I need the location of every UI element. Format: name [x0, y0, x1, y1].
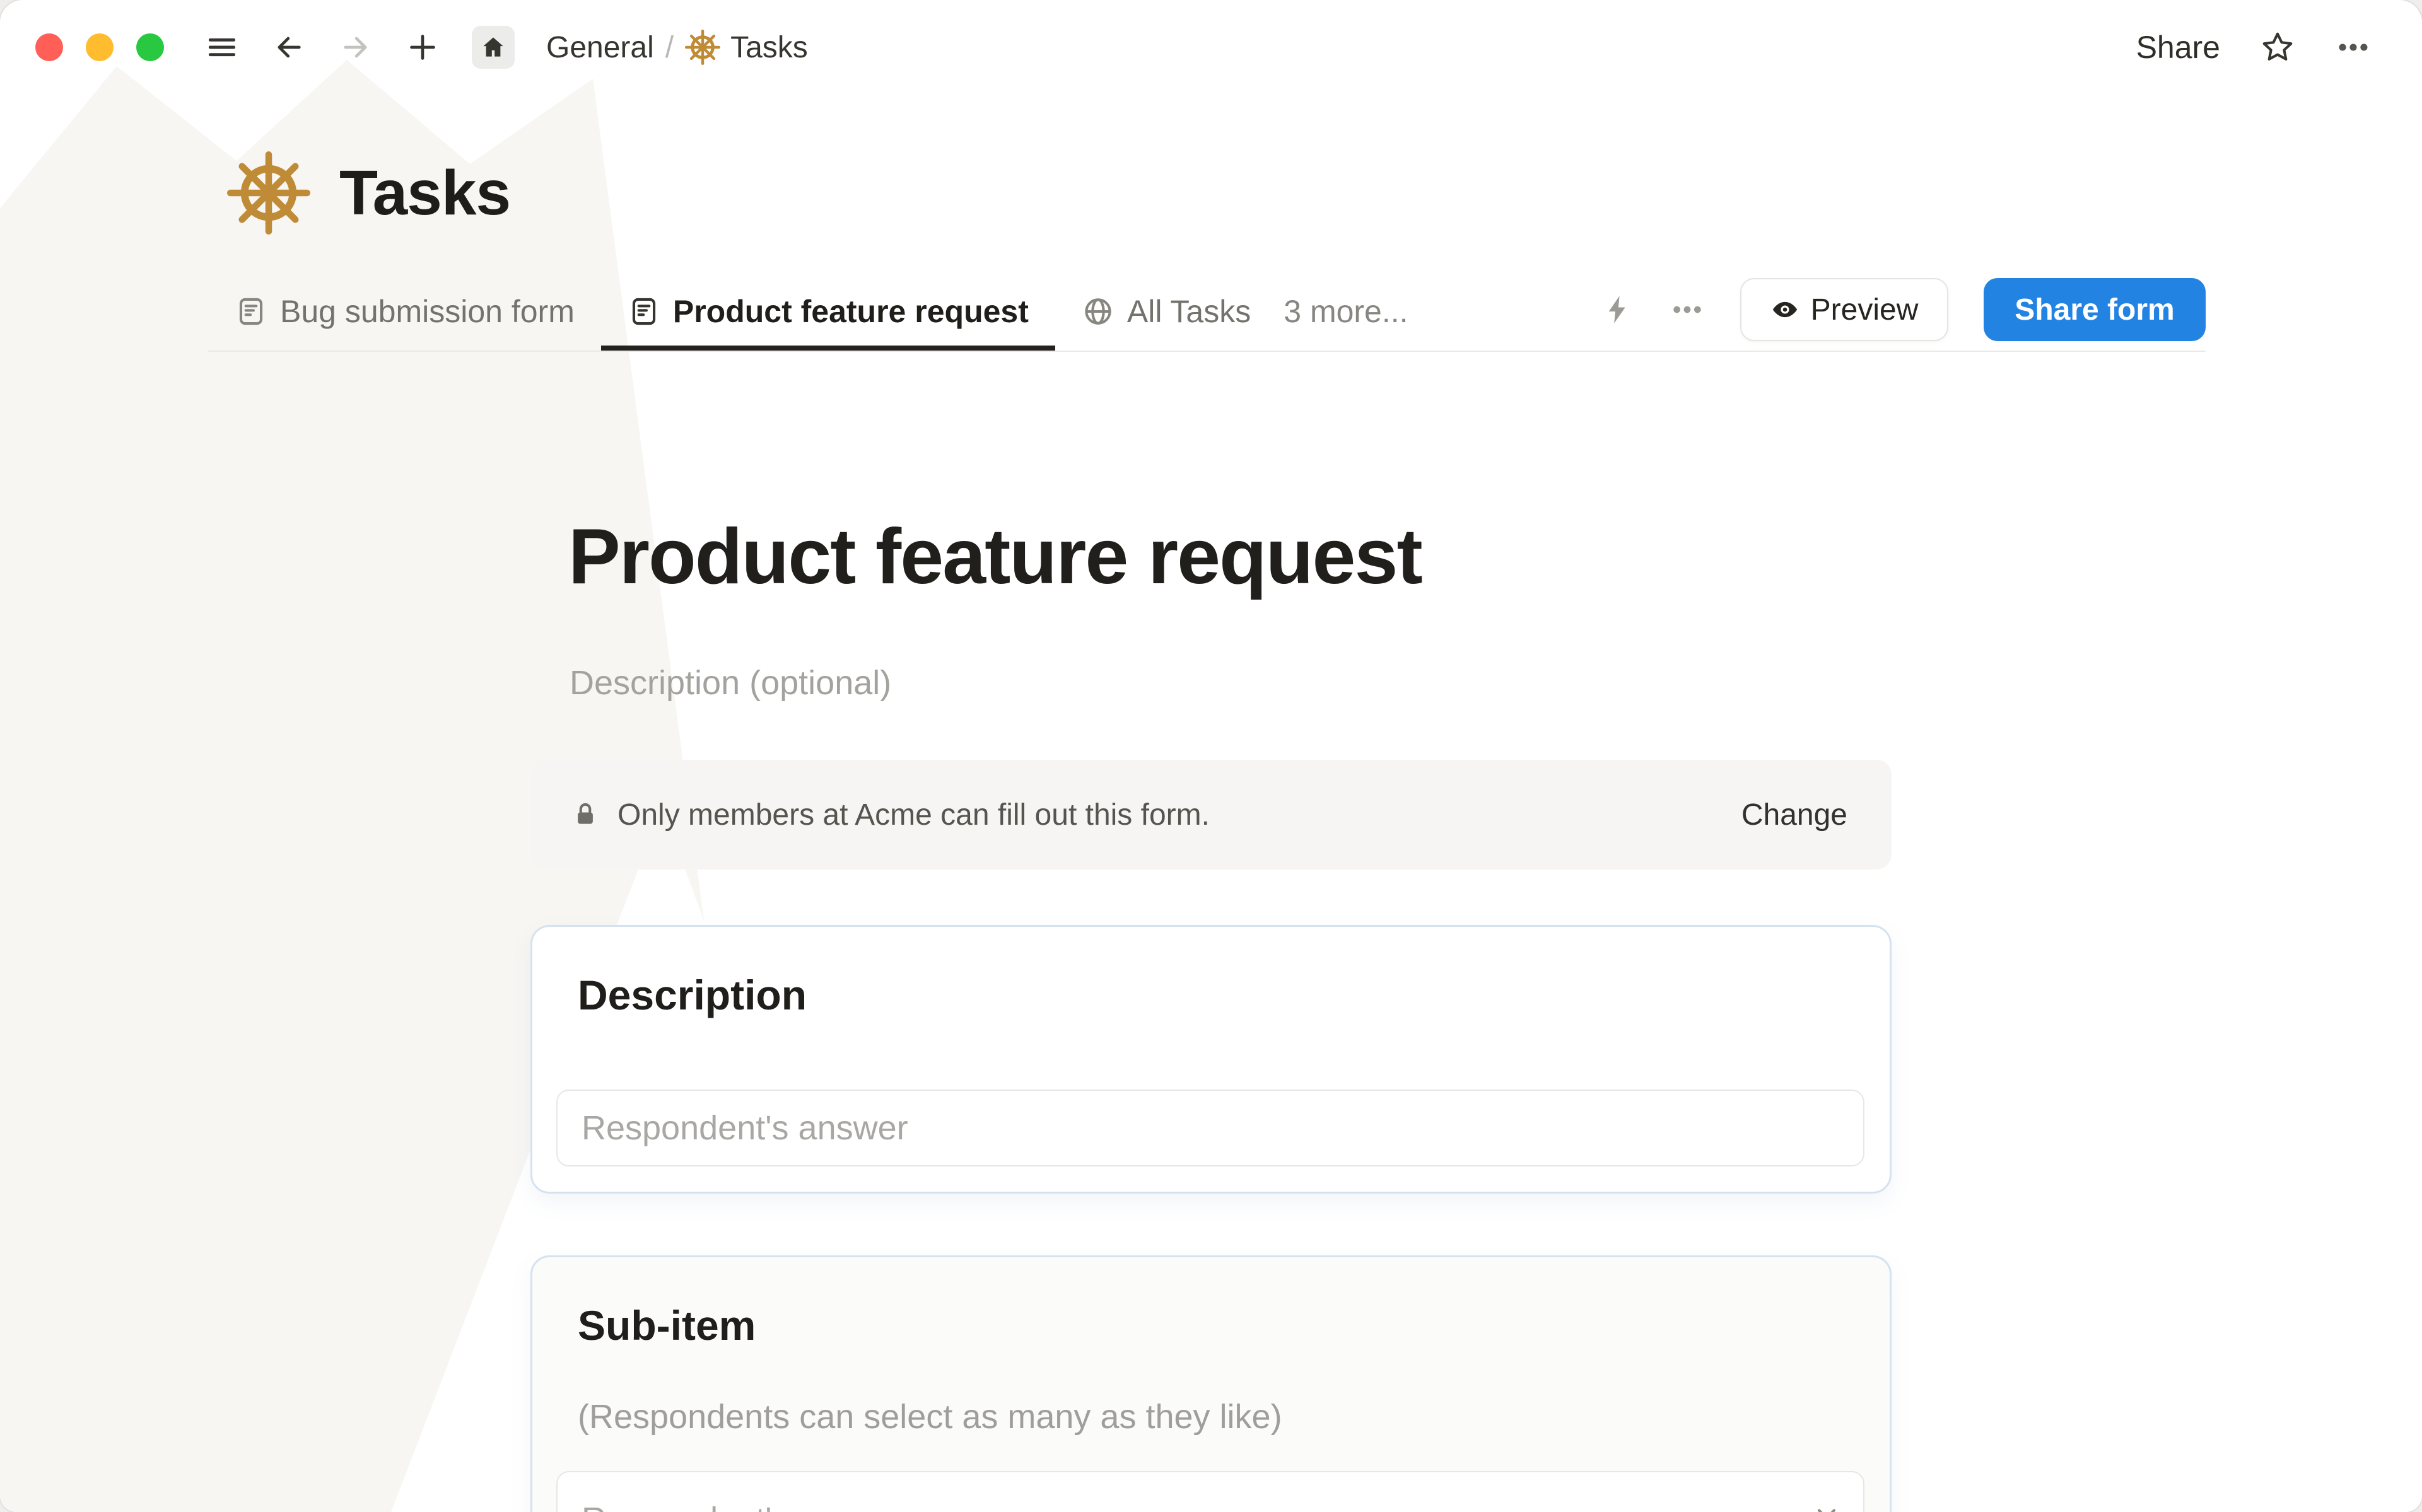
eye-icon: [1770, 295, 1799, 324]
page-title[interactable]: Tasks: [339, 157, 510, 230]
access-change-button[interactable]: Change: [1741, 798, 1847, 832]
breadcrumb: General / Tasks: [546, 30, 808, 65]
access-banner-text: Only members at Acme can fill out this f…: [617, 798, 1741, 832]
breadcrumb-separator: /: [665, 30, 674, 65]
view-tabs: Bug submission form Product feature requ…: [208, 277, 1435, 351]
form-description-placeholder[interactable]: Description (optional): [570, 663, 891, 702]
tab-label: Bug submission form: [280, 293, 575, 330]
minimize-window-button[interactable]: [86, 33, 114, 61]
breadcrumb-page[interactable]: Tasks: [685, 30, 808, 65]
window-toolbar: General / Tasks Share: [0, 0, 2422, 95]
back-arrow-icon: [271, 30, 307, 65]
automations-lightning-icon[interactable]: [1601, 293, 1634, 326]
form-title[interactable]: Product feature request: [568, 512, 1422, 602]
form-builder: Product feature request Description (opt…: [530, 0, 1892, 1512]
breadcrumb-page-label: Tasks: [730, 30, 808, 65]
tab-label: 3 more...: [1284, 293, 1408, 330]
ship-wheel-icon: [685, 30, 720, 65]
favorite-star-icon[interactable]: [2259, 29, 2296, 66]
forward-button[interactable]: [338, 30, 373, 65]
close-window-button[interactable]: [35, 33, 63, 61]
tab-product-feature-request[interactable]: Product feature request: [601, 277, 1055, 351]
question-card-sub-item: Sub-item (Respondents can select as many…: [530, 1255, 1892, 1512]
traffic-lights: [35, 33, 164, 61]
form-doc-icon: [235, 295, 267, 328]
hamburger-menu-icon: [204, 30, 240, 65]
new-page-button[interactable]: [405, 30, 440, 65]
tab-label: Product feature request: [673, 293, 1029, 330]
page-ship-wheel-icon[interactable]: [227, 151, 310, 235]
chevron-down-icon: [1811, 1499, 1842, 1512]
question-title[interactable]: Sub-item: [578, 1301, 756, 1349]
more-options-icon[interactable]: [2335, 29, 2372, 66]
globe-icon: [1082, 295, 1114, 328]
share-form-button-label: Share form: [2015, 293, 2174, 327]
zoom-window-button[interactable]: [136, 33, 164, 61]
answer-select-placeholder: Respondent's answer: [582, 1501, 908, 1512]
access-banner: Only members at Acme can fill out this f…: [530, 760, 1892, 869]
tab-bug-submission-form[interactable]: Bug submission form: [208, 277, 601, 351]
question-note: (Respondents can select as many as they …: [578, 1397, 1282, 1436]
view-options-icon[interactable]: [1670, 292, 1705, 327]
forward-arrow-icon: [338, 30, 373, 65]
home-button[interactable]: [472, 26, 515, 69]
view-actions: Preview Share form: [1601, 278, 2206, 350]
page-header: Tasks: [227, 151, 510, 235]
form-doc-icon: [628, 295, 660, 328]
back-button[interactable]: [271, 30, 307, 65]
view-tabs-bar: Bug submission form Product feature requ…: [208, 277, 2206, 352]
home-icon: [479, 33, 507, 61]
answer-input[interactable]: Respondent's answer: [556, 1090, 1864, 1166]
breadcrumb-workspace[interactable]: General: [546, 30, 654, 65]
plus-icon: [405, 30, 440, 65]
question-card-description: Description Respondent's answer: [530, 925, 1892, 1194]
app-window: General / Tasks Share Tasks Bug submissi…: [0, 0, 2422, 1512]
share-form-button[interactable]: Share form: [1984, 278, 2206, 341]
lock-icon: [571, 800, 600, 829]
answer-select[interactable]: Respondent's answer: [556, 1471, 1864, 1512]
preview-button[interactable]: Preview: [1740, 278, 1948, 341]
sidebar-toggle-button[interactable]: [204, 30, 240, 65]
tab-all-tasks[interactable]: All Tasks: [1055, 277, 1277, 351]
tab-more-views[interactable]: 3 more...: [1277, 277, 1434, 351]
preview-button-label: Preview: [1811, 293, 1919, 327]
question-title[interactable]: Description: [578, 971, 807, 1019]
tab-label: All Tasks: [1127, 293, 1251, 330]
share-button[interactable]: Share: [2136, 29, 2220, 66]
